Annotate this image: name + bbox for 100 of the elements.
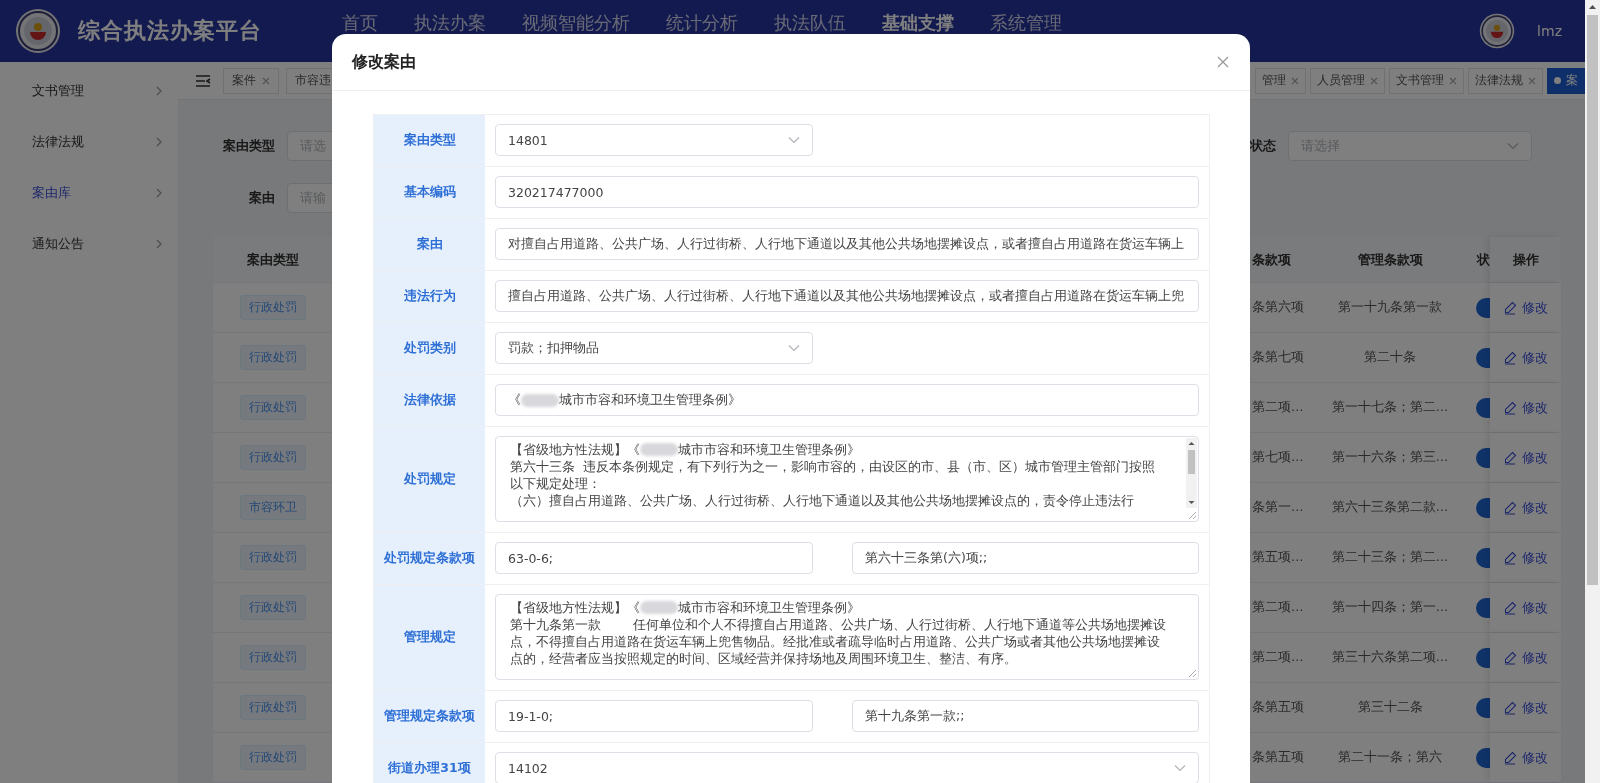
select-field[interactable]: 罚款；扣押物品 bbox=[495, 332, 813, 364]
chevron-right-icon bbox=[154, 187, 164, 198]
textarea-line: 以下规定处理： bbox=[510, 475, 601, 492]
close-icon[interactable] bbox=[1528, 76, 1536, 85]
nav-item[interactable]: 执法队伍 bbox=[774, 12, 846, 34]
textarea-line: 点，不得擅自占用道路在货运车辆上兜售物品。经批准或者疏导临时占用道路、公共广场或者其他公共场地摆摊设 bbox=[510, 633, 1160, 650]
pencil-icon bbox=[1503, 350, 1517, 365]
table-cell-text: 第三十二条 bbox=[1356, 699, 1424, 716]
textarea-line: 第十九条第一款 任何单位和个人不得擅自占用道路、公共广场、人行过街桥、人行地下通道等公共场地摆摊设 bbox=[510, 616, 1166, 633]
toggle-switch[interactable] bbox=[1476, 397, 1490, 418]
sidebar-item[interactable]: 文书管理 bbox=[0, 65, 178, 116]
table-cell-text: 第二项… bbox=[1251, 599, 1305, 616]
filter-label: 状态 bbox=[1250, 137, 1276, 155]
category-tag: 行政处罚 bbox=[240, 595, 306, 620]
sidebar-item[interactable]: 法律法规 bbox=[0, 116, 178, 167]
chevron-down-icon bbox=[1174, 764, 1186, 772]
nav-item[interactable]: 首页 bbox=[342, 12, 378, 34]
edit-link[interactable]: 修改 bbox=[1503, 498, 1548, 517]
user-name[interactable]: lmz bbox=[1537, 23, 1562, 39]
edit-link[interactable]: 修改 bbox=[1503, 598, 1548, 617]
redaction-blur bbox=[640, 443, 678, 456]
pencil-icon bbox=[1503, 500, 1517, 515]
field-label: 基本编码 bbox=[374, 167, 485, 218]
toggle-switch[interactable] bbox=[1476, 647, 1490, 668]
field-label: 法律依据 bbox=[374, 375, 485, 426]
select-field[interactable]: 14801 bbox=[495, 124, 813, 156]
edit-link[interactable]: 修改 bbox=[1503, 648, 1548, 667]
toggle-switch[interactable] bbox=[1476, 697, 1490, 718]
nav-item[interactable]: 执法办案 bbox=[414, 12, 486, 34]
field-label: 案由 bbox=[374, 219, 485, 270]
input-field[interactable]: 《 城市市容和环境卫生管理条例》 bbox=[495, 384, 1199, 416]
dialog-title: 修改案由 bbox=[352, 51, 416, 73]
toggle-switch[interactable] bbox=[1476, 297, 1490, 318]
column-header: 操作 bbox=[1490, 237, 1561, 282]
sidebar-item[interactable]: 案由库 bbox=[0, 167, 178, 218]
close-icon[interactable] bbox=[1217, 56, 1229, 68]
tab[interactable]: 法律法规 bbox=[1468, 67, 1543, 94]
chevron-right-icon bbox=[154, 85, 164, 96]
pencil-icon bbox=[1503, 750, 1517, 765]
redaction-blur bbox=[640, 601, 678, 614]
edit-link[interactable]: 修改 bbox=[1503, 748, 1548, 767]
tab[interactable]: 案 bbox=[1547, 67, 1585, 94]
table-cell-text: 第二十三条；第二… bbox=[1330, 549, 1450, 566]
table-cell-text: 条第五项 bbox=[1251, 699, 1305, 716]
close-icon[interactable] bbox=[262, 76, 270, 85]
category-tag: 行政处罚 bbox=[240, 445, 306, 470]
close-icon[interactable] bbox=[1291, 76, 1299, 85]
toggle-switch[interactable] bbox=[1476, 497, 1490, 518]
emblem-avatar-icon[interactable] bbox=[1479, 13, 1516, 49]
sidebar-item[interactable]: 通知公告 bbox=[0, 218, 178, 269]
textarea-field[interactable]: 【省级地方性法规】《 城市市容和环境卫生管理条例》 第十九条第一款 任何单位和个人不得擅自占用道路、公共广场、人行过街桥、人行地下通道等公共场地摆摊设 点，不得擅自占用道路在货运车辆上兜售物品。经批准或者疏导临时占用道路、公共广场或者其他公共场地摆摊设 点的，经营者应当按照规定的时间、区域经营并保持场地及周围环境卫生、整洁、有序。 bbox=[495, 594, 1199, 680]
chevron-down-icon bbox=[1507, 142, 1519, 150]
edit-link[interactable]: 修改 bbox=[1503, 398, 1548, 417]
input-field[interactable]: 擅自占用道路、公共广场、人行过街桥、人行地下通道以及其他公共场地摆摊设点，或者擅自占用道路在货运车辆上兜 bbox=[495, 280, 1199, 312]
tab[interactable]: 人员管理 bbox=[1310, 67, 1385, 94]
edit-link[interactable]: 修改 bbox=[1503, 298, 1548, 317]
field-label: 处罚类别 bbox=[374, 323, 485, 374]
input-field[interactable]: 63-0-6; bbox=[495, 542, 813, 574]
field-label: 管理规定 bbox=[374, 585, 485, 690]
toggle-switch[interactable] bbox=[1476, 597, 1490, 618]
input-field[interactable]: 第十九条第一款;; bbox=[852, 700, 1199, 732]
input-field[interactable]: 19-1-0; bbox=[495, 700, 813, 732]
emblem-logo-icon bbox=[15, 8, 61, 54]
toggle-switch[interactable] bbox=[1476, 347, 1490, 368]
textarea-field[interactable]: 【省级地方性法规】《 城市市容和环境卫生管理条例》 第六十三条 违反本条例规定，有下列行为之一，影响市容的，由设区的市、县（市、区）城市管理主管部门按照 以下规定处理： （六）擅自占用道路、公共广场、人行过街桥、人行地下通道以及其他公共场地摆摊设点的，责令停止违法行 bbox=[495, 436, 1199, 522]
tab[interactable]: 文书管理 bbox=[1389, 67, 1464, 94]
table-cell-text: 条第五项 bbox=[1251, 749, 1305, 766]
pencil-icon bbox=[1503, 650, 1517, 665]
resize-grip-icon[interactable] bbox=[1188, 669, 1197, 678]
table-cell-text: 第六十三条第二款… bbox=[1330, 499, 1450, 516]
close-icon[interactable] bbox=[1370, 76, 1378, 85]
toggle-switch[interactable] bbox=[1476, 447, 1490, 468]
edit-link[interactable]: 修改 bbox=[1503, 448, 1548, 467]
pencil-icon bbox=[1503, 700, 1517, 715]
input-field[interactable]: 第六十三条第(六)项;; bbox=[852, 542, 1199, 574]
tab[interactable]: 管理 bbox=[1255, 67, 1306, 94]
toggle-switch[interactable] bbox=[1476, 747, 1490, 768]
edit-link[interactable]: 修改 bbox=[1503, 348, 1548, 367]
input-field[interactable]: 320217477000 bbox=[495, 176, 1199, 208]
select-field[interactable]: 14102 bbox=[495, 752, 1199, 783]
table-cell-text: 第二项… bbox=[1251, 649, 1305, 666]
category-tag: 行政处罚 bbox=[240, 695, 306, 720]
nav-item[interactable]: 系统管理 bbox=[990, 12, 1062, 34]
chevron-right-icon bbox=[154, 238, 164, 249]
input-field[interactable]: 对擅自占用道路、公共广场、人行过街桥、人行地下通道以及其他公共场地摆摊设点，或者擅自占用道路在货运车辆上 bbox=[495, 228, 1199, 260]
table-cell-text: 第一十六条；第三… bbox=[1330, 449, 1450, 466]
tab[interactable]: 案件 bbox=[223, 67, 279, 94]
resize-grip-icon[interactable] bbox=[1188, 511, 1197, 520]
edit-link[interactable]: 修改 bbox=[1503, 698, 1548, 717]
toggle-switch[interactable] bbox=[1476, 547, 1490, 568]
nav-item[interactable]: 基础支撑 bbox=[882, 12, 954, 34]
edit-link[interactable]: 修改 bbox=[1503, 548, 1548, 567]
nav-item[interactable]: 统计分析 bbox=[666, 12, 738, 34]
category-tag: 行政处罚 bbox=[240, 295, 306, 320]
field-text: 城市市容和环境卫生管理条例》 bbox=[559, 391, 741, 409]
pencil-icon bbox=[1503, 550, 1517, 565]
redaction-blur bbox=[521, 393, 559, 407]
menu-icon[interactable] bbox=[195, 73, 211, 88]
close-icon[interactable] bbox=[1449, 76, 1457, 85]
nav-item[interactable]: 视频智能分析 bbox=[522, 12, 630, 34]
